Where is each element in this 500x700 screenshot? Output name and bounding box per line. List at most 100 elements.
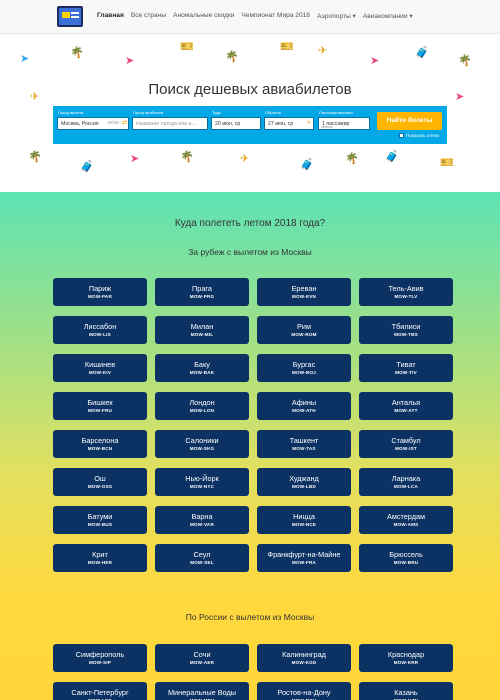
show-hotels-checkbox[interactable]: Показать отели bbox=[399, 133, 439, 139]
route-code: MOW-TLV bbox=[394, 294, 418, 299]
destination-city: Франкфурт-на-Майне bbox=[267, 550, 341, 559]
destination-card[interactable]: Рим MOW-ROM bbox=[257, 316, 351, 344]
destination-city: Сочи bbox=[193, 650, 211, 659]
destination-card[interactable]: Брюссель MOW-BRU bbox=[359, 544, 453, 572]
destination-card[interactable]: Крит MOW-HER bbox=[53, 544, 147, 572]
destination-city: Бургас bbox=[292, 360, 316, 369]
route-code: MOW-SIP bbox=[89, 660, 111, 665]
ticket-icon: 🎫 bbox=[180, 41, 194, 53]
hero-title: Поиск дешевых авиабилетов bbox=[148, 81, 352, 98]
nav-item-anomalous-discounts[interactable]: Аномальные скидки bbox=[173, 12, 234, 20]
destination-card[interactable]: Сочи MOW-AER bbox=[155, 644, 249, 672]
destination-city: Кишинев bbox=[84, 360, 116, 369]
destination-card[interactable]: Краснодар MOW-KRR bbox=[359, 644, 453, 672]
clear-date-icon[interactable]: ✕ bbox=[307, 120, 311, 126]
route-code: MOW-FRA bbox=[291, 560, 316, 565]
route-code: MOW-SEL bbox=[190, 560, 214, 565]
destination-card[interactable]: Нью-Йорк MOW-NYC bbox=[155, 468, 249, 496]
destination-card[interactable]: Лондон MOW-LON bbox=[155, 392, 249, 420]
route-code: MOW-LCA bbox=[393, 484, 418, 489]
destination-city: Рим bbox=[297, 322, 311, 331]
destination-city: Нью-Йорк bbox=[185, 474, 219, 483]
destination-card[interactable]: КазаньMOW-KZN bbox=[359, 682, 453, 700]
depart-date-input[interactable]: 20 июн, ср bbox=[211, 117, 261, 130]
cursor-icon: ➤ bbox=[20, 53, 30, 65]
destination-card[interactable]: Ростов-на-ДонуMOW-ROV bbox=[257, 682, 351, 700]
destination-card[interactable]: Баку MOW-BAK bbox=[155, 354, 249, 382]
destination-city: Прага bbox=[192, 284, 212, 293]
destination-card[interactable]: Санкт-ПетербургMOW-LED bbox=[53, 682, 147, 700]
destination-card[interactable]: Тбилиси MOW-TBS bbox=[359, 316, 453, 344]
nav-item-airlines-dropdown[interactable]: Авиакомпании ▾ bbox=[363, 12, 413, 20]
destination-card[interactable]: Калининград MOW-KGD bbox=[257, 644, 351, 672]
destination-card[interactable]: Анталья MOW-AYT bbox=[359, 392, 453, 420]
return-label: Обратно bbox=[265, 110, 282, 115]
destination-city: Бишкек bbox=[87, 398, 113, 407]
destination-card[interactable]: Тель-Авив MOW-TLV bbox=[359, 278, 453, 306]
route-code: MOW-LIS bbox=[89, 332, 111, 337]
destination-card[interactable]: Амстердам MOW-AMS bbox=[359, 506, 453, 534]
checkbox-icon[interactable] bbox=[399, 133, 404, 139]
destination-card[interactable]: Барселона MOW-BCN bbox=[53, 430, 147, 458]
nav-item-world-cup[interactable]: Чемпионат Мира 2018 bbox=[241, 12, 310, 20]
destination-city: Ларнака bbox=[391, 474, 421, 483]
destination-card[interactable]: Варна MOW-VAR bbox=[155, 506, 249, 534]
destination-card[interactable]: Кишинев MOW-KIV bbox=[53, 354, 147, 382]
route-code: MOW-KGD bbox=[291, 660, 317, 665]
destination-card[interactable]: Тиват MOW-TIV bbox=[359, 354, 453, 382]
destination-card[interactable]: Минеральные ВодыMOW-MRV bbox=[155, 682, 249, 700]
summer-title: Куда полететь летом 2018 года? bbox=[174, 218, 326, 229]
route-code: MOW-AER bbox=[189, 660, 215, 665]
destination-card[interactable]: Ларнака MOW-LCA bbox=[359, 468, 453, 496]
ticket-icon: 🎫 bbox=[440, 157, 454, 169]
route-code: MOW-MIL bbox=[190, 332, 214, 337]
route-code: MOW-BUS bbox=[87, 522, 113, 527]
depart-date-field: Туда 20 июн, ср bbox=[211, 110, 261, 130]
route-code: MOW-BCN bbox=[87, 446, 113, 451]
destination-card[interactable]: Афины MOW-ATH bbox=[257, 392, 351, 420]
destination-city: Крит bbox=[92, 550, 108, 559]
destination-city: Стамбул bbox=[391, 436, 421, 445]
route-code: MOW-TBS bbox=[394, 332, 418, 337]
destination-card[interactable]: Салоники MOW-SKG bbox=[155, 430, 249, 458]
route-code: MOW-NCE bbox=[291, 522, 317, 527]
palm-tree-icon: 🌴 bbox=[70, 47, 84, 59]
destination-card[interactable]: Прага MOW-PRG bbox=[155, 278, 249, 306]
passengers-label: Пассажиров/класс bbox=[319, 110, 354, 115]
destination-card[interactable]: Стамбул MOW-IST bbox=[359, 430, 453, 458]
destination-card[interactable]: Париж MOW-PAR bbox=[53, 278, 147, 306]
route-code: MOW-OSS bbox=[87, 484, 113, 489]
destination-card[interactable]: Лиссабон MOW-LIS bbox=[53, 316, 147, 344]
destination-card[interactable]: Ницца MOW-NCE bbox=[257, 506, 351, 534]
destination-city: Афины bbox=[291, 398, 317, 407]
passengers-class: эконом bbox=[321, 125, 333, 129]
destination-card[interactable]: Худжанд MOW-LBD bbox=[257, 468, 351, 496]
find-tickets-button[interactable]: Найти билеты bbox=[377, 112, 442, 130]
destination-card[interactable]: Ташкент MOW-TAS bbox=[257, 430, 351, 458]
nav-item-home[interactable]: Главная bbox=[97, 12, 124, 20]
destination-card[interactable]: Симферополь MOW-SIP bbox=[53, 644, 147, 672]
destination-card[interactable]: Милан MOW-MIL bbox=[155, 316, 249, 344]
logo-ticket-icon[interactable] bbox=[57, 6, 83, 27]
return-date-field: Обратно 27 июн, ср ✕ bbox=[264, 110, 314, 130]
destination-card[interactable]: Сеул MOW-SEL bbox=[155, 544, 249, 572]
route-code: MOW-BAK bbox=[189, 370, 215, 375]
destination-input[interactable]: Название города или а... bbox=[132, 117, 208, 130]
route-code: MOW-PRG bbox=[189, 294, 215, 299]
destination-card[interactable]: Бургас MOW-BOJ bbox=[257, 354, 351, 382]
nav-item-all-countries[interactable]: Все страны bbox=[131, 12, 166, 20]
route-code: MOW-SKG bbox=[189, 446, 215, 451]
destination-card[interactable]: Бишкек MOW-FRU bbox=[53, 392, 147, 420]
destination-card[interactable]: Батуми MOW-BUS bbox=[53, 506, 147, 534]
destination-city: Худжанд bbox=[289, 474, 319, 483]
destination-card[interactable]: Ереван MOW-EVN bbox=[257, 278, 351, 306]
destination-card[interactable]: Франкфурт-на-Майне MOW-FRA bbox=[257, 544, 351, 572]
destination-card[interactable]: Ош MOW-OSS bbox=[53, 468, 147, 496]
destination-city: Салоники bbox=[185, 436, 219, 445]
cursor-icon: ➤ bbox=[130, 153, 140, 165]
swap-icon[interactable]: ⇄ bbox=[122, 119, 127, 126]
route-code: MOW-AYT bbox=[394, 408, 418, 413]
nav-menu: Главная Все страны Аномальные скидки Чем… bbox=[97, 12, 413, 20]
route-code: MOW-BRU bbox=[393, 560, 419, 565]
nav-item-airports-dropdown[interactable]: Аэропорты ▾ bbox=[317, 12, 356, 20]
